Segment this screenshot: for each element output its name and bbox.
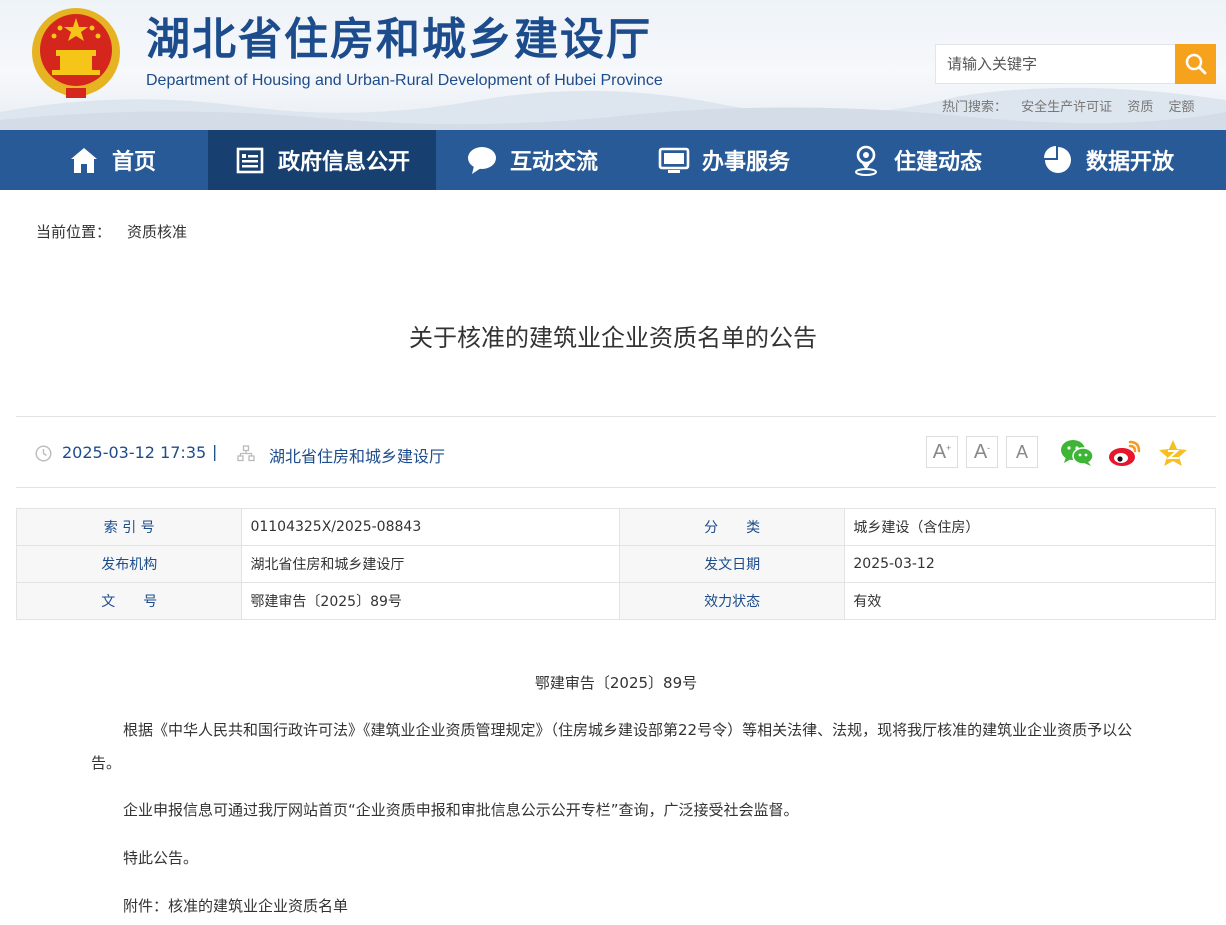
location-pin-icon — [850, 144, 882, 176]
breadcrumb: 当前位置： 资质核准 — [36, 221, 187, 242]
search-input[interactable] — [936, 45, 1176, 83]
search-icon — [1185, 53, 1206, 75]
search-button[interactable] — [1175, 44, 1216, 84]
share-wechat-button[interactable] — [1060, 436, 1094, 470]
home-icon — [68, 144, 100, 176]
article-meta: 2025-03-12 17:35 | 湖北省住房和城乡建设厅 A + A- A — [16, 416, 1216, 488]
nav-label: 办事服务 — [701, 150, 790, 175]
table-key: 索 引 号 — [15, 508, 243, 546]
table-key: 文 号 — [15, 582, 243, 620]
site-title: 湖北省住房和城乡建设厅 — [146, 14, 652, 65]
nav-item-open-data[interactable]: 数据开放 — [1012, 130, 1204, 190]
font-size-reset-button[interactable]: A — [1006, 436, 1038, 468]
clock-icon — [35, 445, 52, 462]
table-value: 2025-03-12 — [844, 545, 1216, 583]
hot-search: 热门搜索： 安全生产许可证 资质 定额 — [942, 96, 1205, 115]
nav-label: 互动交流 — [509, 150, 598, 175]
attachment-label: 附件：核准的建筑业企业资质名单 — [123, 897, 349, 915]
breadcrumb-link[interactable]: 资质核准 — [127, 223, 187, 241]
font-size-increase-button[interactable]: A + — [926, 436, 958, 468]
table-row: 发布机构 湖北省住房和城乡建设厅 发文日期 2025-03-12 — [15, 545, 1216, 583]
body-paragraph: 企业申报信息可通过我厅网站首页“企业资质申报和审批信息公示公开专栏”查询，广泛接… — [123, 801, 799, 819]
table-value: 湖北省住房和城乡建设厅 — [241, 545, 620, 583]
nav-label: 首页 — [111, 150, 156, 175]
publish-datetime: 2025-03-12 17:35 — [62, 443, 207, 462]
nav-label: 住建动态 — [893, 150, 982, 175]
table-value: 鄂建审告〔2025〕89号 — [241, 582, 620, 620]
body-paragraph: 根据《中华人民共和国行政许可法》《建筑业企业资质管理规定》（住房城乡建设部第22… — [91, 721, 1133, 772]
nav-label: 数据开放 — [1085, 150, 1174, 175]
hot-keyword-link[interactable]: 定额 — [1168, 100, 1194, 115]
table-value: 01104325X/2025-08843 — [241, 508, 620, 546]
font-size-decrease-button[interactable]: A- — [966, 436, 998, 468]
table-row: 索 引 号 01104325X/2025-08843 分 类 城乡建设（含住房） — [15, 508, 1216, 546]
hot-keyword-link[interactable]: 安全生产许可证 — [1021, 100, 1112, 115]
pie-chart-icon — [1042, 144, 1074, 176]
chat-bubble-icon — [466, 144, 498, 176]
table-key: 分 类 — [618, 508, 846, 546]
share-weibo-button[interactable] — [1108, 436, 1142, 470]
breadcrumb-prefix: 当前位置： — [36, 223, 112, 241]
font-button-label: A — [973, 440, 988, 463]
search-box — [935, 44, 1216, 84]
font-button-label: A — [932, 440, 947, 463]
table-value: 城乡建设（含住房） — [844, 508, 1216, 546]
national-emblem-logo — [32, 8, 120, 98]
table-key: 效力状态 — [618, 582, 846, 620]
body-paragraph: 特此公告。 — [123, 849, 199, 867]
meta-separator: | — [212, 442, 218, 461]
table-key: 发文日期 — [618, 545, 846, 583]
hot-search-label: 热门搜索： — [942, 100, 1008, 115]
article-title: 关于核准的建筑业企业资质名单的公告 — [409, 324, 817, 352]
hot-keyword-link[interactable]: 资质 — [1127, 100, 1153, 115]
publish-source: 湖北省住房和城乡建设厅 — [269, 447, 446, 466]
monitor-icon — [658, 144, 690, 176]
nav-item-gov-info[interactable]: 政府信息公开 — [208, 130, 436, 190]
document-list-icon — [234, 144, 266, 176]
nav-item-news[interactable]: 住建动态 — [820, 130, 1012, 190]
info-table: 索 引 号 01104325X/2025-08843 分 类 城乡建设（含住房）… — [15, 508, 1216, 620]
table-row: 文 号 鄂建审告〔2025〕89号 效力状态 有效 — [15, 582, 1216, 620]
site-header: 湖北省住房和城乡建设厅 Department of Housing and Ur… — [0, 0, 1226, 130]
nav-label: 政府信息公开 — [277, 150, 410, 175]
main-nav: 首页 政府信息公开 互动交流 办事服务 住建动态 数据开放 — [0, 130, 1226, 190]
wechat-icon — [1061, 440, 1094, 466]
font-button-label: A — [1015, 441, 1028, 462]
share-qzone-button[interactable] — [1156, 436, 1190, 470]
qzone-icon — [1159, 440, 1187, 466]
nav-item-services[interactable]: 办事服务 — [628, 130, 820, 190]
site-subtitle: Department of Housing and Urban-Rural De… — [146, 72, 663, 89]
nav-item-interaction[interactable]: 互动交流 — [436, 130, 628, 190]
table-key: 发布机构 — [15, 545, 243, 583]
table-value: 有效 — [844, 582, 1216, 620]
nav-item-home[interactable]: 首页 — [0, 130, 208, 190]
document-number: 鄂建审告〔2025〕89号 — [534, 674, 698, 692]
weibo-icon — [1109, 440, 1141, 466]
organization-icon — [237, 445, 255, 462]
